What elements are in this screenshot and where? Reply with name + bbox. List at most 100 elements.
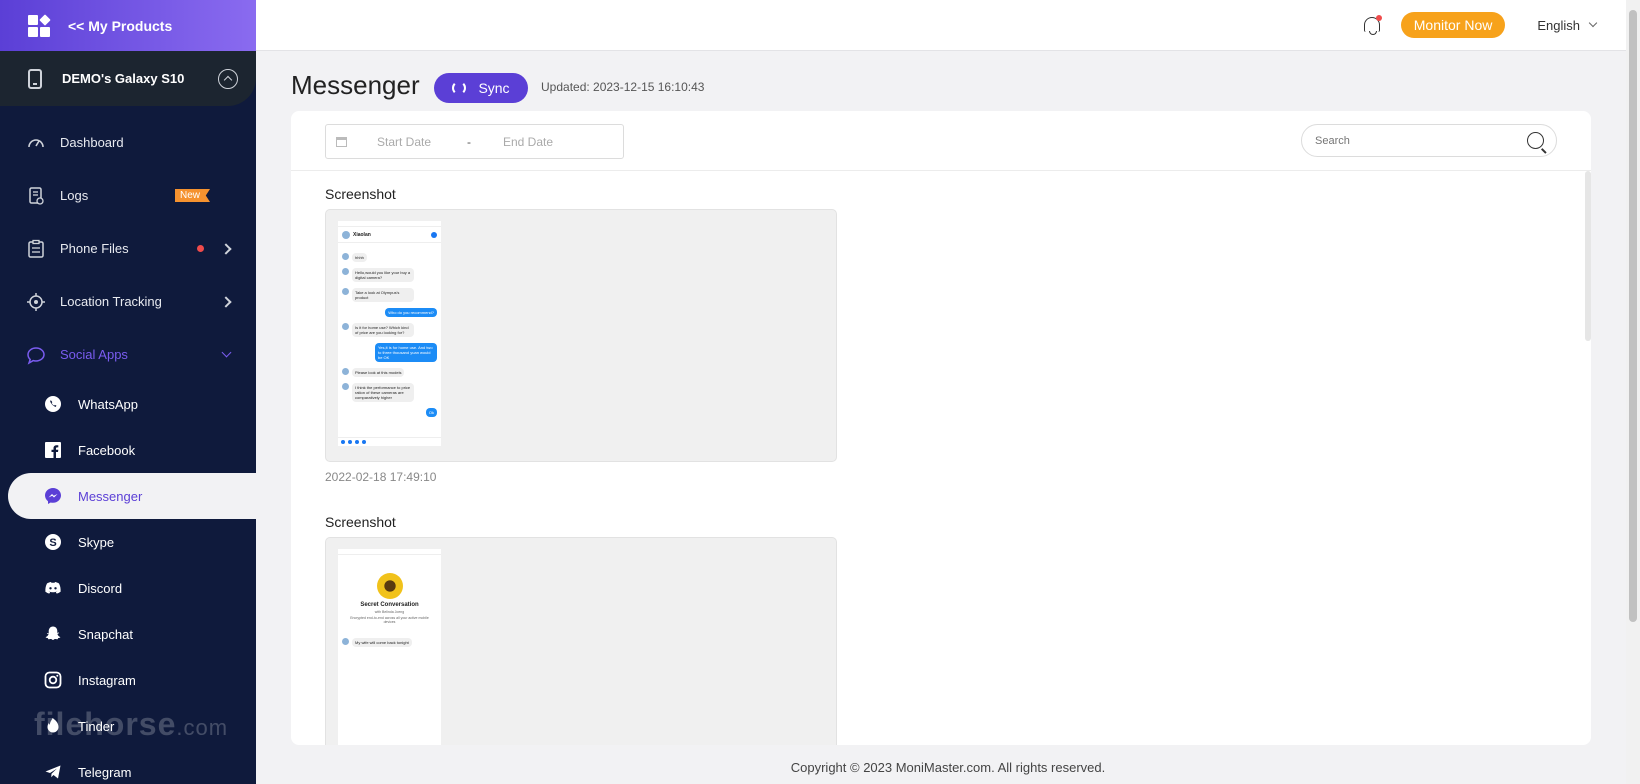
sidebar-item-logs[interactable]: Logs New [0, 169, 256, 222]
search-icon[interactable] [1527, 132, 1544, 149]
date-separator: - [467, 134, 471, 149]
calendar-icon [336, 136, 347, 147]
messenger-icon [44, 487, 62, 505]
message-bubble: Take a look at Olympus's product [352, 288, 414, 302]
avatar [342, 253, 349, 260]
sidebar-item-snapchat[interactable]: Snapchat [0, 611, 256, 657]
window-scrollbar[interactable] [1626, 0, 1640, 784]
facebook-icon [44, 441, 62, 459]
chat-message: Yes,it is for home use. And two to three… [342, 343, 437, 362]
sidebar-item-label: Discord [78, 580, 123, 596]
scrollbar-thumb[interactable] [1629, 10, 1637, 622]
entry-title: Screenshot [325, 514, 396, 530]
end-date-field[interactable]: End Date [503, 135, 553, 149]
date-range-picker[interactable]: Start Date - End Date [325, 124, 624, 159]
message-bubble: I think the performance to price ration … [352, 383, 414, 402]
sidebar-item-label: Facebook [78, 442, 136, 458]
sidebar-nav: Dashboard Logs New Phone Files Location … [0, 106, 256, 784]
chat-message: Ok [342, 408, 437, 417]
notification-dot [1375, 15, 1382, 21]
message-bubble: Yes,it is for home use. And two to three… [375, 343, 437, 362]
chevron-down-icon [221, 347, 232, 358]
screenshot-entry: Screenshot Secret Conversation with Beli… [325, 514, 1577, 745]
sync-button[interactable]: Sync [434, 73, 528, 103]
avatar [342, 368, 349, 375]
sunflower-avatar [376, 573, 403, 599]
sidebar-item-messenger[interactable]: Messenger [8, 473, 256, 519]
sidebar-item-label: Messenger [78, 488, 143, 504]
message-bubble: hhhh [352, 253, 367, 262]
chat-header: Xiaolan [338, 227, 441, 243]
avatar [342, 230, 350, 239]
discord-icon [44, 579, 62, 597]
start-date-field[interactable]: Start Date [377, 135, 467, 149]
search-box[interactable] [1301, 124, 1557, 157]
sidebar-item-label: Telegram [78, 764, 132, 780]
avatar [342, 638, 349, 645]
sidebar-item-location-tracking[interactable]: Location Tracking [0, 275, 256, 328]
monitor-now-button[interactable]: Monitor Now [1400, 12, 1506, 38]
notification-dot [197, 245, 204, 252]
message-bubble: Please look at this models [352, 368, 405, 377]
chat-message: Please look at this models [342, 368, 437, 377]
chevron-right-icon [220, 295, 232, 308]
search-input[interactable] [1315, 134, 1527, 147]
chevron-right-icon [220, 242, 232, 255]
sidebar-item-whatsapp[interactable]: WhatsApp [0, 381, 256, 427]
device-name: DEMO's Galaxy S10 [62, 71, 185, 86]
entry-timestamp: 2022-02-18 17:49:10 [325, 470, 437, 484]
message-bubble: My wife will come back tonight [352, 638, 412, 647]
phone-screen-image: Xiaolan hhhh Hello,would you like your bu… [338, 221, 441, 446]
sidebar-item-instagram[interactable]: Instagram [0, 657, 256, 703]
whatsapp-icon [44, 395, 62, 413]
filehorse-watermark: filehorse.com [34, 706, 228, 743]
sidebar-item-label: Snapchat [78, 626, 133, 642]
language-selector[interactable]: English [1537, 17, 1598, 33]
chevron-up-icon[interactable] [218, 68, 238, 89]
secret-conversation-subtitle: with Belinda Joeng [374, 610, 405, 614]
footer-copyright: Copyright © 2023 MoniMaster.com. All rig… [790, 760, 1106, 775]
sidebar-item-telegram[interactable]: Telegram [0, 749, 256, 784]
message-bubble: Is it for home use? Which kind of price … [352, 323, 414, 337]
info-icon [431, 231, 437, 238]
sidebar-item-label: Skype [78, 534, 115, 550]
sidebar-item-dashboard[interactable]: Dashboard [0, 116, 256, 169]
snapchat-ghost-icon [44, 625, 62, 643]
screenshot-thumbnail[interactable]: Secret Conversation with Belinda Joeng E… [325, 537, 837, 745]
message-bubble: Hello,would you like your buy a digital … [352, 268, 414, 282]
sidebar-item-skype[interactable]: S Skype [0, 519, 256, 565]
watermark-suffix: .com [176, 715, 229, 740]
sidebar-item-label: WhatsApp [78, 396, 138, 412]
message-bubble: Who do you recommend? [385, 308, 437, 317]
chat-message: My wife will come back tonight [338, 638, 441, 647]
sidebar-item-social-apps[interactable]: Social Apps [0, 328, 256, 381]
message-bubble: Ok [425, 408, 437, 417]
sidebar-item-phone-files[interactable]: Phone Files [0, 222, 256, 275]
chat-input-bar [338, 437, 441, 446]
skype-icon: S [44, 533, 62, 551]
device-selector[interactable]: DEMO's Galaxy S10 [0, 51, 256, 106]
phone-icon [28, 68, 42, 89]
secret-conversation-title: Secret Conversation [360, 602, 419, 608]
sidebar-item-facebook[interactable]: Facebook [0, 427, 256, 473]
language-label: English [1537, 17, 1580, 33]
bell-icon[interactable] [1363, 15, 1382, 35]
chat-message: Hello,would you like your buy a digital … [342, 268, 437, 282]
screenshot-thumbnail[interactable]: Xiaolan hhhh Hello,would you like your bu… [325, 209, 837, 462]
sync-label: Sync [478, 80, 510, 96]
screenshot-entry: Screenshot Xiaolan hhhh Hello,would you l… [325, 186, 1577, 484]
chevron-down-icon [1588, 18, 1598, 28]
new-badge: New [174, 189, 210, 202]
chat-message: Is it for home use? Which kind of price … [342, 323, 437, 337]
watermark-text: filehorse [34, 706, 177, 742]
filter-bar: Start Date - End Date [291, 111, 1591, 171]
phone-status-bar [338, 549, 441, 555]
sidebar-item-discord[interactable]: Discord [0, 565, 256, 611]
page-title: Messenger [291, 70, 420, 100]
clipboard-icon [26, 239, 46, 259]
chat-messages: hhhh Hello,would you like your buy a digi… [338, 243, 441, 427]
my-products-link[interactable]: << My Products [0, 0, 256, 51]
avatar [342, 268, 349, 275]
sidebar-item-label: Instagram [78, 672, 136, 688]
content-scrollbar[interactable] [1585, 171, 1591, 341]
